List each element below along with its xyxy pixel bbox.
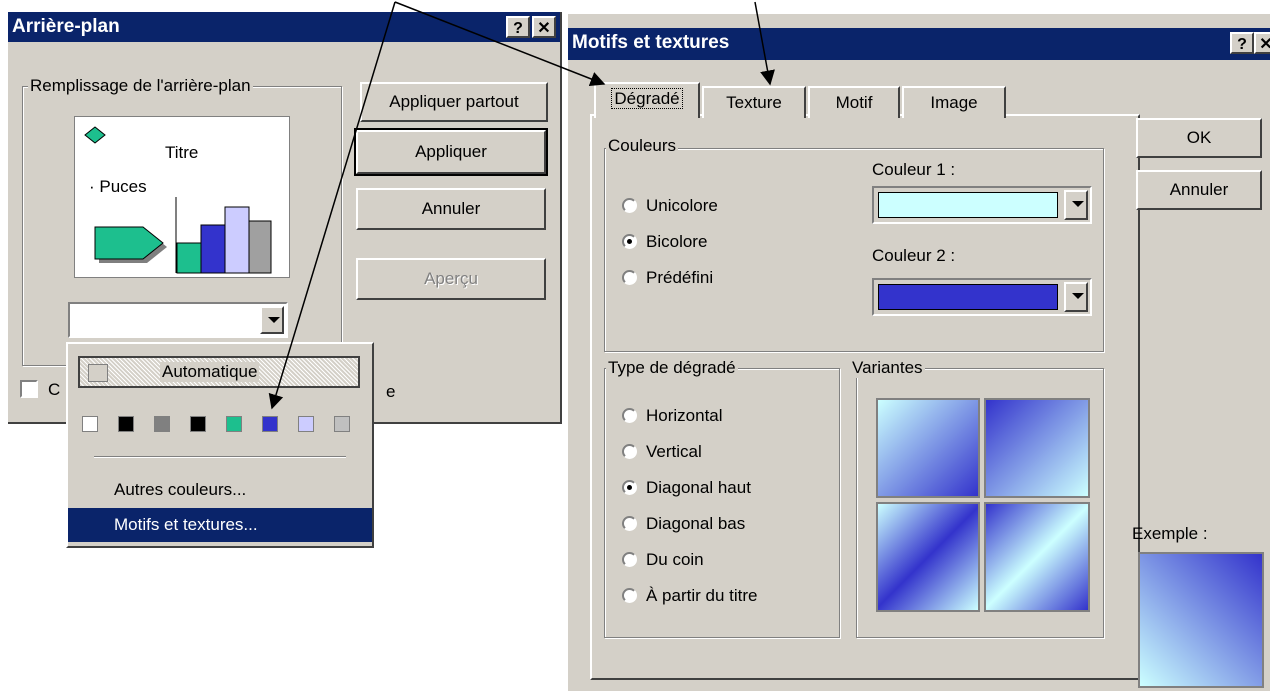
color1-dropdown[interactable] — [872, 186, 1092, 224]
fill-color-dropdown[interactable] — [68, 302, 288, 338]
automatic-option[interactable]: Automatique — [78, 356, 360, 388]
color2-swatch — [878, 284, 1058, 310]
patterns-textures-label: Motifs et textures... — [114, 515, 258, 534]
color2-label: Couleur 2 : — [872, 246, 956, 265]
checkbox[interactable] — [20, 380, 38, 398]
automatic-swatch — [88, 364, 108, 382]
tab-degrade-label: Dégradé — [611, 88, 683, 109]
chevron-down-icon[interactable] — [1064, 282, 1088, 312]
color1-swatch — [878, 192, 1058, 218]
diamond-icon — [84, 126, 106, 144]
variant-4[interactable] — [984, 502, 1090, 612]
preview-button-label: Aperçu — [424, 269, 478, 288]
radio-predefini-label: Prédéfini — [646, 268, 714, 287]
ok-button[interactable]: OK — [1136, 118, 1262, 158]
preview-button[interactable]: Aperçu — [356, 258, 546, 300]
colors-group-label: Couleurs — [606, 136, 679, 156]
color-swatch[interactable] — [190, 416, 206, 432]
radio-gradient-type[interactable] — [622, 444, 637, 459]
help-button[interactable]: ? — [506, 16, 530, 38]
radio-predefini[interactable] — [622, 270, 637, 285]
radio-gradient-type[interactable] — [622, 588, 637, 603]
fill-group-label: Remplissage de l'arrière-plan — [28, 76, 253, 96]
ok-label: OK — [1186, 128, 1212, 147]
tab-motif[interactable]: Motif — [808, 86, 900, 118]
color-swatch[interactable] — [298, 416, 314, 432]
close-icon[interactable]: ✕ — [532, 16, 556, 38]
radio-bicolore-label: Bicolore — [646, 232, 708, 251]
patterns-cancel-button[interactable]: Annuler — [1136, 170, 1262, 210]
background-dialog-title: Arrière-plan — [12, 16, 120, 37]
radio-gradient-type-label: À partir du titre — [646, 586, 758, 605]
apply-all-button[interactable]: Appliquer partout — [360, 82, 548, 122]
radio-unicolore-label: Unicolore — [646, 196, 718, 215]
help-button[interactable]: ? — [1230, 32, 1254, 54]
cancel-button[interactable]: Annuler — [356, 188, 546, 230]
color-swatch[interactable] — [262, 416, 278, 432]
color2-dropdown[interactable] — [872, 278, 1092, 316]
color-swatch[interactable] — [334, 416, 350, 432]
variant-1[interactable] — [876, 398, 980, 498]
background-dialog-titlebar: Arrière-plan ? ✕ — [8, 12, 560, 42]
close-icon[interactable]: ✕ — [1254, 32, 1270, 54]
radio-gradient-type-label: Horizontal — [646, 406, 723, 425]
more-colors-item[interactable]: Autres couleurs... — [68, 474, 372, 506]
radio-unicolore[interactable] — [622, 198, 637, 213]
patterns-dialog-titlebar: Motifs et textures ? ✕ — [568, 28, 1270, 60]
patterns-dialog: Motifs et textures ? ✕ Dégradé Texture M… — [566, 14, 1270, 691]
color1-label: Couleur 1 : — [872, 160, 956, 179]
color-swatch-row — [82, 416, 362, 434]
apply-all-label: Appliquer partout — [389, 92, 519, 111]
patterns-cancel-label: Annuler — [1169, 180, 1229, 199]
tab-motif-label: Motif — [835, 93, 873, 112]
radio-gradient-type-label: Diagonal haut — [646, 478, 751, 497]
tab-degrade[interactable]: Dégradé — [594, 82, 700, 118]
color-swatch[interactable] — [82, 416, 98, 432]
patterns-dialog-title: Motifs et textures — [572, 32, 730, 53]
tab-texture-label: Texture — [726, 93, 782, 112]
preview-bullet-text: Puces — [99, 177, 147, 196]
preview-title: Titre — [165, 143, 199, 162]
more-colors-label: Autres couleurs... — [114, 480, 247, 499]
variant-3[interactable] — [876, 502, 980, 612]
radio-gradient-type[interactable] — [622, 408, 637, 423]
radio-gradient-type-label: Vertical — [646, 442, 702, 461]
variant-2[interactable] — [984, 398, 1090, 498]
radio-gradient-type[interactable] — [622, 516, 637, 531]
color-swatch[interactable] — [118, 416, 134, 432]
gradient-type-group-label: Type de dégradé — [606, 358, 738, 378]
color-swatch[interactable] — [154, 416, 170, 432]
variants-grid — [874, 396, 1092, 616]
example-preview — [1138, 552, 1264, 688]
apply-label: Appliquer — [415, 142, 487, 161]
automatic-label: Automatique — [160, 362, 260, 382]
color-menu: Automatique Autres couleurs... Motifs et… — [66, 342, 374, 548]
cancel-label: Annuler — [421, 199, 481, 218]
radio-gradient-type[interactable] — [622, 552, 637, 567]
example-label: Exemple : — [1132, 524, 1208, 543]
tab-image[interactable]: Image — [902, 86, 1006, 118]
patterns-textures-item[interactable]: Motifs et textures... — [68, 508, 372, 542]
radio-gradient-type-label: Du coin — [646, 550, 704, 569]
preview-bullet: · Puces — [89, 177, 147, 196]
tab-texture[interactable]: Texture — [702, 86, 806, 118]
bar-chart-icon — [175, 197, 272, 274]
radio-gradient-type-label: Diagonal bas — [646, 514, 746, 533]
variants-group-label: Variantes — [850, 358, 925, 378]
apply-button[interactable]: Appliquer — [354, 128, 548, 176]
checkbox-label-fragment: C — [48, 380, 61, 399]
tab-image-label: Image — [930, 93, 978, 112]
radio-bicolore[interactable] — [622, 234, 637, 249]
slide-preview: Titre · Puces — [74, 116, 290, 278]
menu-divider — [94, 456, 346, 458]
radio-gradient-type[interactable] — [622, 480, 637, 495]
arrow-shape-icon — [94, 226, 167, 263]
color-swatch[interactable] — [226, 416, 242, 432]
chevron-down-icon[interactable] — [260, 306, 284, 334]
chevron-down-icon[interactable] — [1064, 190, 1088, 220]
checkbox-label-fragment-right: e — [386, 382, 396, 401]
